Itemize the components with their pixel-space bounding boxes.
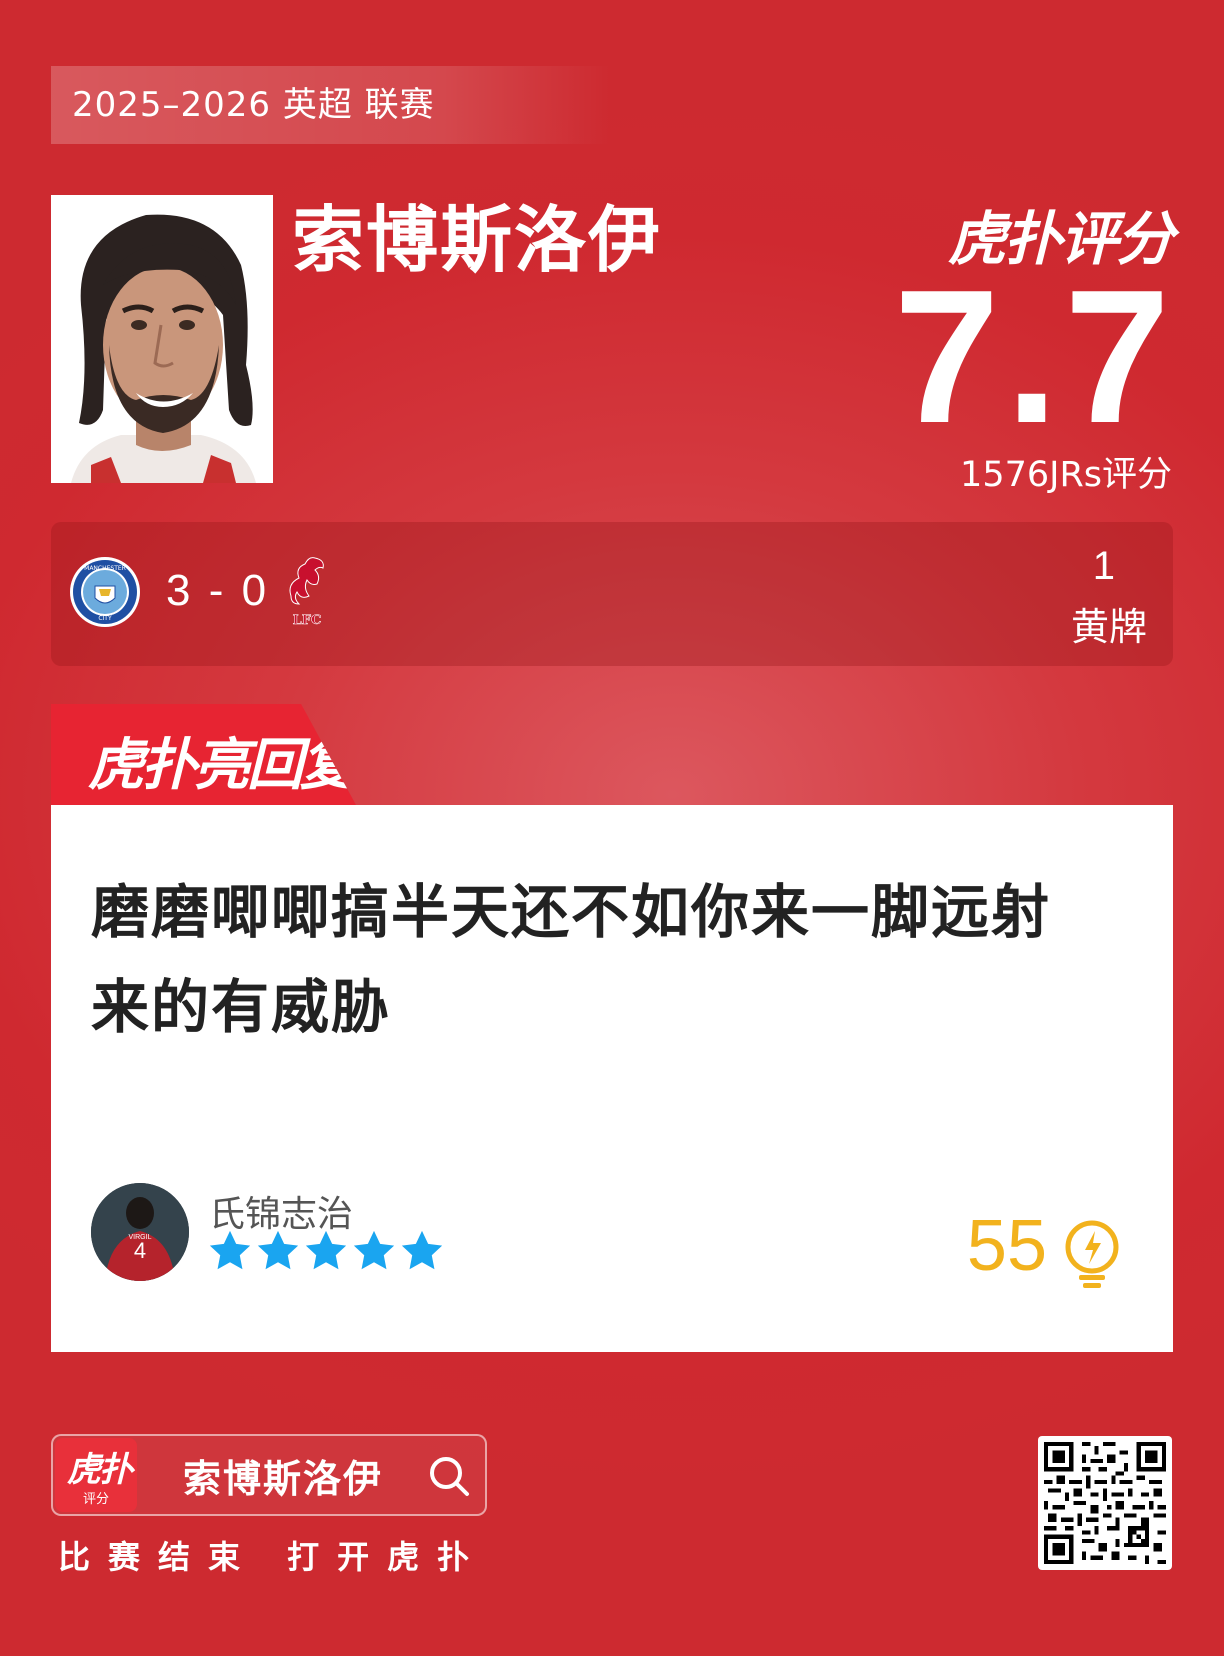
player-name: 索博斯洛伊 [292, 198, 663, 282]
liverpool-fc-badge-icon: LFC [289, 557, 324, 628]
player-portrait-icon [51, 195, 273, 483]
svg-text:MANCHESTER: MANCHESTER [84, 565, 126, 572]
svg-text:VIRGIL: VIRGIL [129, 1234, 152, 1241]
star-icon [401, 1230, 443, 1270]
league-title: 2025–2026 英超 联赛 [51, 66, 611, 144]
manchester-city-badge-icon: MANCHESTER CITY [70, 557, 140, 627]
rating-count: 1576JRs评分 [960, 455, 1172, 495]
app-icon-title: 虎扑 [67, 1450, 133, 1490]
match-summary[interactable]: MANCHESTER CITY 3 - 0 LFC 1 黄牌 [51, 522, 1173, 666]
rating-score: 7.7 [893, 251, 1176, 463]
qr-code [1038, 1436, 1172, 1570]
star-icon [257, 1230, 299, 1270]
yellow-card-label: 黄牌 [1070, 605, 1147, 649]
user-level-stars [207, 1228, 445, 1274]
search-icon[interactable] [427, 1454, 471, 1498]
svg-text:LFC: LFC [293, 613, 322, 628]
app-search-bar[interactable]: 虎扑 评分 索博斯洛伊 [51, 1434, 487, 1516]
lightbulb-icon[interactable] [1061, 1219, 1123, 1291]
user-avatar[interactable]: 4 VIRGIL [91, 1183, 189, 1281]
qr-code-icon [1044, 1442, 1166, 1564]
search-query: 索博斯洛伊 [183, 1457, 384, 1501]
star-icon [209, 1230, 251, 1270]
svg-text:4: 4 [134, 1238, 146, 1263]
reply-card[interactable]: 磨磨唧唧搞半天还不如你来一脚远射来的有威胁 4 VIRGIL 氏锦志治 55 [51, 805, 1173, 1352]
open-app-prompt: 比赛结束 打开虎扑 [58, 1538, 488, 1576]
light-count: 55 [966, 1206, 1047, 1286]
highlighted-reply-label: 虎扑亮回复 [88, 733, 356, 798]
avatar-image-icon: 4 VIRGIL [91, 1183, 189, 1281]
reply-text: 磨磨唧唧搞半天还不如你来一脚远射来的有威胁 [91, 878, 1052, 1041]
svg-text:CITY: CITY [98, 615, 112, 622]
hupu-app-icon: 虎扑 评分 [55, 1438, 137, 1512]
match-score: 3 - 0 [166, 566, 270, 615]
app-icon-subtitle: 评分 [82, 1492, 109, 1507]
star-icon [353, 1230, 395, 1270]
player-photo [51, 195, 273, 483]
star-icon [305, 1230, 347, 1270]
highlighted-reply-tab: 虎扑亮回复 [51, 704, 356, 805]
yellow-card-count: 1 [1092, 544, 1115, 588]
